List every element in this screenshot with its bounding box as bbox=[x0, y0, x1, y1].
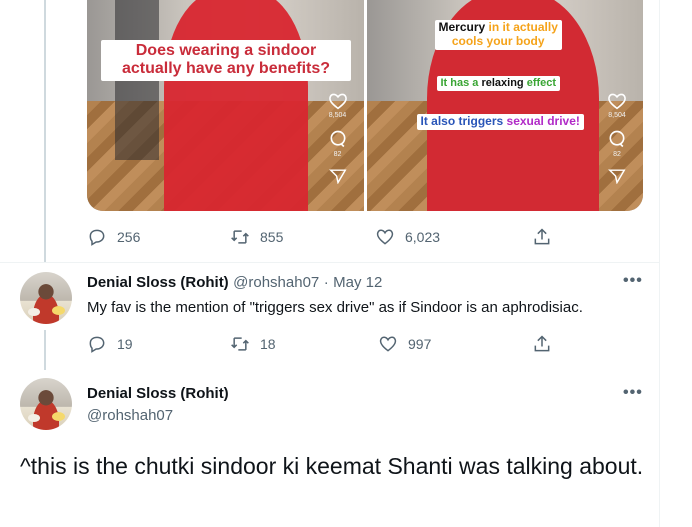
timeline-column: Does wearing a sindoor actually have any… bbox=[0, 0, 660, 527]
author-name[interactable]: Denial Sloss (Rohit) bbox=[87, 274, 229, 291]
share-button[interactable] bbox=[532, 227, 552, 247]
thread-connector-line bbox=[44, 330, 46, 370]
meta-separator: · bbox=[323, 274, 329, 291]
video-side-actions: 8,504 82 bbox=[605, 92, 629, 184]
video-caption: Does wearing a sindoor actually have any… bbox=[101, 40, 351, 81]
share-button[interactable] bbox=[532, 334, 552, 354]
focused-tweet-author: Denial Sloss (Rohit) bbox=[87, 385, 229, 403]
video-like-count: 8,504 bbox=[328, 112, 347, 119]
video-caption: Mercury in it actually cools your body bbox=[434, 20, 562, 50]
more-options-icon[interactable]: ••• bbox=[623, 384, 643, 402]
video-like-count: 8,504 bbox=[608, 112, 626, 119]
reply-icon bbox=[89, 336, 105, 353]
send-icon[interactable] bbox=[608, 168, 626, 184]
comment-icon[interactable] bbox=[607, 129, 627, 149]
video-caption: It also triggers sexual drive! bbox=[416, 114, 584, 130]
tweet-date[interactable]: May 12 bbox=[333, 274, 382, 291]
main-tweet-action-bar: 256 855 6,023 bbox=[87, 227, 567, 247]
comment-icon[interactable] bbox=[328, 129, 348, 149]
reply-tweet-action-bar: 19 18 997 bbox=[87, 334, 567, 354]
video-comment-count: 82 bbox=[333, 151, 342, 158]
video-caption: It has a relaxing effect bbox=[436, 76, 561, 91]
like-button[interactable]: 6,023 bbox=[375, 227, 440, 247]
heart-icon bbox=[376, 229, 394, 245]
reply-icon bbox=[89, 229, 105, 246]
video-right[interactable]: Mercury in it actually cools your body I… bbox=[366, 0, 643, 211]
like-button[interactable]: 997 bbox=[378, 334, 431, 354]
author-handle[interactable]: @rohshah07 bbox=[233, 274, 319, 291]
reply-tweet-header: Denial Sloss (Rohit) @rohshah07 · May 12 bbox=[87, 274, 382, 292]
retweet-icon bbox=[231, 230, 249, 244]
reply-count: 19 bbox=[117, 336, 133, 352]
reply-button[interactable]: 19 bbox=[87, 334, 133, 354]
author-handle[interactable]: @rohshah07 bbox=[87, 407, 173, 424]
heart-icon[interactable] bbox=[328, 92, 348, 110]
retweet-count: 855 bbox=[260, 229, 284, 245]
retweet-button[interactable]: 18 bbox=[230, 334, 276, 354]
video-subject bbox=[164, 0, 309, 211]
avatar[interactable] bbox=[20, 378, 72, 430]
share-icon bbox=[534, 335, 550, 352]
heart-icon[interactable] bbox=[607, 92, 627, 110]
reply-tweet-text: My fav is the mention of "triggers sex d… bbox=[87, 299, 583, 316]
avatar[interactable] bbox=[20, 272, 72, 324]
like-count: 997 bbox=[408, 336, 432, 352]
reply-count: 256 bbox=[117, 229, 141, 245]
more-options-icon[interactable]: ••• bbox=[623, 272, 643, 290]
heart-icon bbox=[379, 336, 397, 352]
tweet-media-grid[interactable]: Does wearing a sindoor actually have any… bbox=[87, 0, 643, 211]
video-left[interactable]: Does wearing a sindoor actually have any… bbox=[87, 0, 364, 211]
send-icon[interactable] bbox=[328, 168, 347, 184]
author-name[interactable]: Denial Sloss (Rohit) bbox=[87, 385, 229, 402]
retweet-count: 18 bbox=[260, 336, 276, 352]
thread-connector-line bbox=[44, 0, 46, 262]
share-icon bbox=[534, 228, 550, 245]
divider bbox=[0, 262, 660, 263]
like-count: 6,023 bbox=[405, 229, 441, 245]
focused-tweet-handle-line: @rohshah07 bbox=[87, 407, 173, 425]
retweet-button[interactable]: 855 bbox=[230, 227, 283, 247]
reply-button[interactable]: 256 bbox=[87, 227, 140, 247]
video-comment-count: 82 bbox=[613, 151, 621, 158]
focused-tweet-text: ^this is the chutki sindoor ki keemat Sh… bbox=[20, 453, 644, 479]
retweet-icon bbox=[231, 337, 249, 351]
video-side-actions: 8,504 82 bbox=[326, 92, 350, 184]
